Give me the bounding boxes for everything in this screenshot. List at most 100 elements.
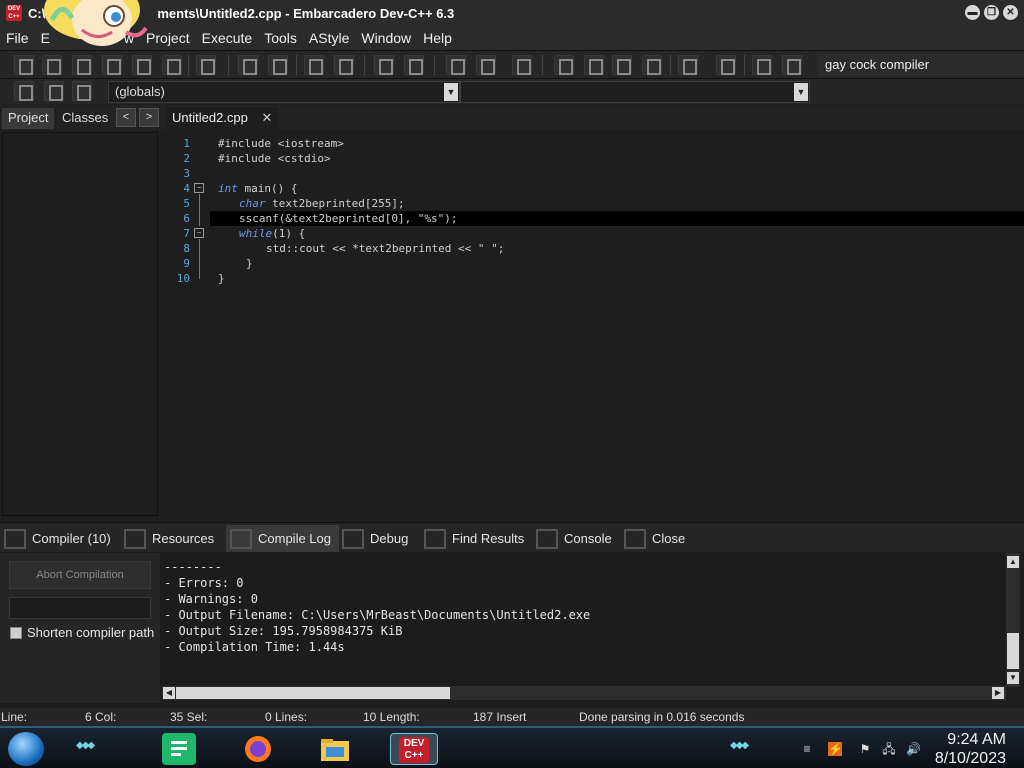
insert-code-icon[interactable] [14,81,34,101]
code-line: #include <iostream> [218,137,344,150]
scroll-right-icon[interactable]: ▶ [992,687,1004,699]
compiler-grid-icon [4,528,26,549]
maximize-button[interactable]: ❐ [984,5,999,20]
devcpp-app-icon[interactable]: DEV C++ [6,5,22,21]
redo-icon[interactable] [404,55,424,75]
scope-dropdown-arrow-icon[interactable]: ▼ [444,83,458,101]
scroll-up-icon[interactable]: ▲ [1007,556,1019,568]
menu-execute[interactable]: Execute [196,30,259,46]
log-vertical-scrollbar[interactable]: ▲ ▼ [1006,553,1020,687]
scroll-left-icon[interactable]: ◀ [163,687,175,699]
log-horizontal-scrollbar[interactable]: ◀ ▶ [162,686,1006,700]
function-combo[interactable]: ▼ [460,81,810,103]
code-line: std::cout << *text2beprinted << " "; [266,242,505,255]
new-file-icon[interactable] [14,55,34,75]
tray-app-icon[interactable]: ⚡ [828,742,843,756]
tab-close[interactable]: Close [620,525,685,552]
delete-profile-icon[interactable] [782,55,802,75]
remove-from-project-icon[interactable] [476,55,496,75]
tab-scroll-right-icon[interactable]: > [139,108,159,127]
compile-run-icon[interactable] [612,55,632,75]
close-tab-icon[interactable]: ✕ [262,110,273,125]
tab-debug[interactable]: Debug [338,525,408,552]
run-icon[interactable] [584,55,604,75]
shorten-path-label: Shorten compiler path [27,625,155,640]
tab-resources[interactable]: Resources [120,525,214,552]
goto-line-icon[interactable] [304,55,324,75]
vertical-scroll-thumb[interactable] [1007,633,1019,669]
syntax-check-icon[interactable] [678,55,698,75]
firefox-icon[interactable] [241,733,275,765]
replace-icon[interactable] [268,55,288,75]
stop-execution-icon[interactable] [716,55,736,75]
project-options-icon[interactable] [512,55,532,75]
network-icon[interactable]: 🖧 [882,742,896,756]
compile-controls: Abort Compilation Shorten compiler path [0,553,160,703]
devcpp-taskbar-icon: DEV C++ [399,737,429,763]
rebuild-all-icon[interactable] [642,55,662,75]
volume-icon[interactable]: 🔊 [906,742,921,756]
bottom-panel-tabs: Compiler (10) Resources Compile Log Debu… [0,522,1024,552]
compiler-selector[interactable]: gay cock compiler [818,54,1024,76]
menu-astyle[interactable]: AStyle [303,30,355,46]
compile-log-output[interactable]: -------- - Errors: 0 - Warnings: 0 - Out… [160,553,1006,687]
line-number: 10 [176,272,190,285]
editor-tab-bar: Untitled2.cpp ✕ [162,105,1024,130]
log-line: - Output Size: 195.7958984375 KiB [164,624,403,638]
tab-classes[interactable]: Classes [56,108,114,129]
scope-combo[interactable]: (globals) ▼ [108,81,460,103]
tab-project[interactable]: Project [2,108,55,129]
system-clock[interactable]: 9:24 AM 8/10/2023 [935,730,1006,768]
function-dropdown-arrow-icon[interactable]: ▼ [794,83,808,101]
fold-main-icon[interactable]: − [194,183,204,193]
shorten-path-row[interactable]: Shorten compiler path [10,625,154,640]
line-number-gutter: 1 2 3 4 5 6 7 8 9 10 [164,136,190,286]
close-all-icon[interactable] [162,55,182,75]
file-explorer-icon[interactable] [318,733,352,765]
anime-mascot-overlay [42,0,152,60]
window-title-right: ments\Untitled2.cpp - Embarcadero Dev-C+… [157,5,455,21]
minimize-button[interactable]: ▬ [965,5,980,20]
code-line: } [218,272,225,285]
tray-overflow-icon[interactable]: ≡ [800,742,814,756]
code-line-4-text: main() { [237,182,298,195]
status-length-value: 187 Insert [473,710,527,724]
fold-while-icon[interactable]: − [194,228,204,238]
print-icon[interactable] [196,55,216,75]
menu-file[interactable]: File [0,30,35,46]
undo-icon[interactable] [374,55,394,75]
code-area[interactable]: #include <iostream> #include <cstdio> in… [210,136,1024,286]
status-message: Done parsing in 0.016 seconds [579,710,745,724]
horizontal-scroll-thumb[interactable] [176,687,450,699]
tab-scroll-left-icon[interactable]: < [116,108,136,127]
notes-app-icon[interactable] [162,733,196,765]
close-window-button[interactable]: ✕ [1003,5,1018,20]
tab-compiler[interactable]: Compiler (10) [0,525,111,552]
keyword-while: while [239,227,273,240]
compile-icon[interactable] [554,55,574,75]
tab-console[interactable]: Console [532,525,612,552]
project-tree-panel[interactable] [2,132,158,516]
shorten-path-checkbox[interactable] [10,626,22,639]
taskbar-decor-right: ◆◆◆ [730,740,749,751]
scroll-down-icon[interactable]: ▼ [1007,672,1019,684]
toggle-bookmark-icon[interactable] [334,55,354,75]
menu-bar: File E w Project Execute Tools AStyle Wi… [0,26,1024,50]
start-button-icon[interactable] [8,732,44,766]
goto-bookmark-icon[interactable] [72,81,92,101]
code-editor[interactable]: 1 2 3 4 5 6 7 8 9 10 − − #include <iostr… [164,132,1024,518]
add-to-project-icon[interactable] [446,55,466,75]
menu-tools[interactable]: Tools [258,30,303,46]
profile-chart-icon[interactable] [752,55,772,75]
tab-compile-log[interactable]: Compile Log [226,525,339,552]
action-center-flag-icon[interactable]: ⚑ [858,742,872,756]
editor-tab-untitled2[interactable]: Untitled2.cpp ✕ [166,107,279,130]
tab-find-results[interactable]: Find Results [420,525,524,552]
menu-help[interactable]: Help [417,30,458,46]
menu-window[interactable]: Window [355,30,417,46]
devcpp-taskbar-button[interactable]: DEV C++ [390,733,438,765]
abort-compilation-button[interactable]: Abort Compilation [9,561,151,589]
bookmark-icon[interactable] [44,81,64,101]
find-icon[interactable] [238,55,258,75]
